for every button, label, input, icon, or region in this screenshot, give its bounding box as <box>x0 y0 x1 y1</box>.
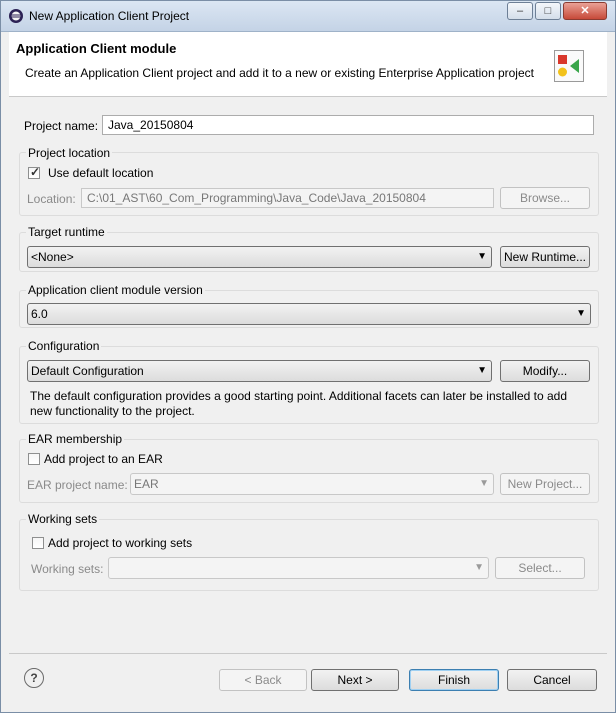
project-name-input[interactable]: Java_20150804 <box>102 115 594 135</box>
working-sets-select[interactable]: ▼ <box>108 557 489 579</box>
ear-project-name-label: EAR project name: <box>27 478 128 492</box>
dropdown-arrow-icon: ▼ <box>477 251 487 262</box>
help-icon[interactable]: ? <box>24 668 44 688</box>
ear-project-name-value: EAR <box>134 477 159 491</box>
use-default-location-checkbox[interactable] <box>28 165 40 179</box>
minimize-button[interactable]: ‒ <box>507 2 533 20</box>
page-description: Create an Application Client project and… <box>25 66 534 80</box>
configuration-value: Default Configuration <box>31 364 144 378</box>
target-runtime-value: <None> <box>31 250 74 264</box>
target-runtime-select[interactable]: <None> ▼ <box>27 246 492 268</box>
window-title: New Application Client Project <box>29 9 190 23</box>
dropdown-arrow-icon: ▼ <box>474 562 484 573</box>
module-version-value: 6.0 <box>31 307 48 321</box>
back-button[interactable]: < Back <box>219 669 307 691</box>
use-default-location-label: Use default location <box>48 166 154 180</box>
location-label: Location: <box>27 192 76 206</box>
app-client-wizard-icon <box>554 50 584 82</box>
close-button[interactable]: ✕ <box>563 2 607 20</box>
configuration-description: The default configuration provides a goo… <box>30 389 568 418</box>
maximize-button[interactable]: □ <box>535 2 561 20</box>
configuration-select[interactable]: Default Configuration ▼ <box>27 360 492 382</box>
dropdown-arrow-icon: ▼ <box>477 365 487 376</box>
dropdown-arrow-icon: ▼ <box>479 478 489 489</box>
browse-button[interactable]: Browse... <box>500 187 590 209</box>
footer-separator <box>9 653 607 654</box>
working-sets-group-title: Working sets <box>26 512 100 526</box>
working-sets-group <box>19 519 599 591</box>
modify-button[interactable]: Modify... <box>500 360 590 382</box>
add-to-working-sets-checkbox[interactable] <box>32 537 44 549</box>
add-to-ear-label: Add project to an EAR <box>44 452 163 466</box>
module-version-group-title: Application client module version <box>26 283 205 297</box>
project-name-label: Project name: <box>24 119 99 133</box>
target-runtime-group-title: Target runtime <box>26 225 107 239</box>
new-runtime-button[interactable]: New Runtime... <box>500 246 590 268</box>
location-input[interactable]: C:\01_AST\60_Com_Programming\Java_Code\J… <box>81 188 494 208</box>
finish-button[interactable]: Finish <box>409 669 499 691</box>
dropdown-arrow-icon: ▼ <box>576 308 586 319</box>
wizard-window: New Application Client Project ‒ □ ✕ App… <box>0 0 616 713</box>
configuration-group-title: Configuration <box>26 339 102 353</box>
ear-project-name-select[interactable]: EAR ▼ <box>130 473 494 495</box>
module-version-select[interactable]: 6.0 ▼ <box>27 303 591 325</box>
cancel-button[interactable]: Cancel <box>507 669 597 691</box>
wizard-header: Application Client module Create an Appl… <box>9 32 607 97</box>
new-project-button[interactable]: New Project... <box>500 473 590 495</box>
project-location-group-title: Project location <box>26 146 113 160</box>
title-bar[interactable]: New Application Client Project ‒ □ ✕ <box>1 1 615 32</box>
next-button[interactable]: Next > <box>311 669 399 691</box>
ear-membership-group-title: EAR membership <box>26 432 125 446</box>
page-title: Application Client module <box>16 41 177 56</box>
working-sets-label: Working sets: <box>31 562 104 576</box>
select-working-sets-button[interactable]: Select... <box>495 557 585 579</box>
eclipse-icon <box>9 9 23 23</box>
add-to-working-sets-label: Add project to working sets <box>48 536 193 550</box>
add-to-ear-checkbox[interactable] <box>28 453 40 465</box>
